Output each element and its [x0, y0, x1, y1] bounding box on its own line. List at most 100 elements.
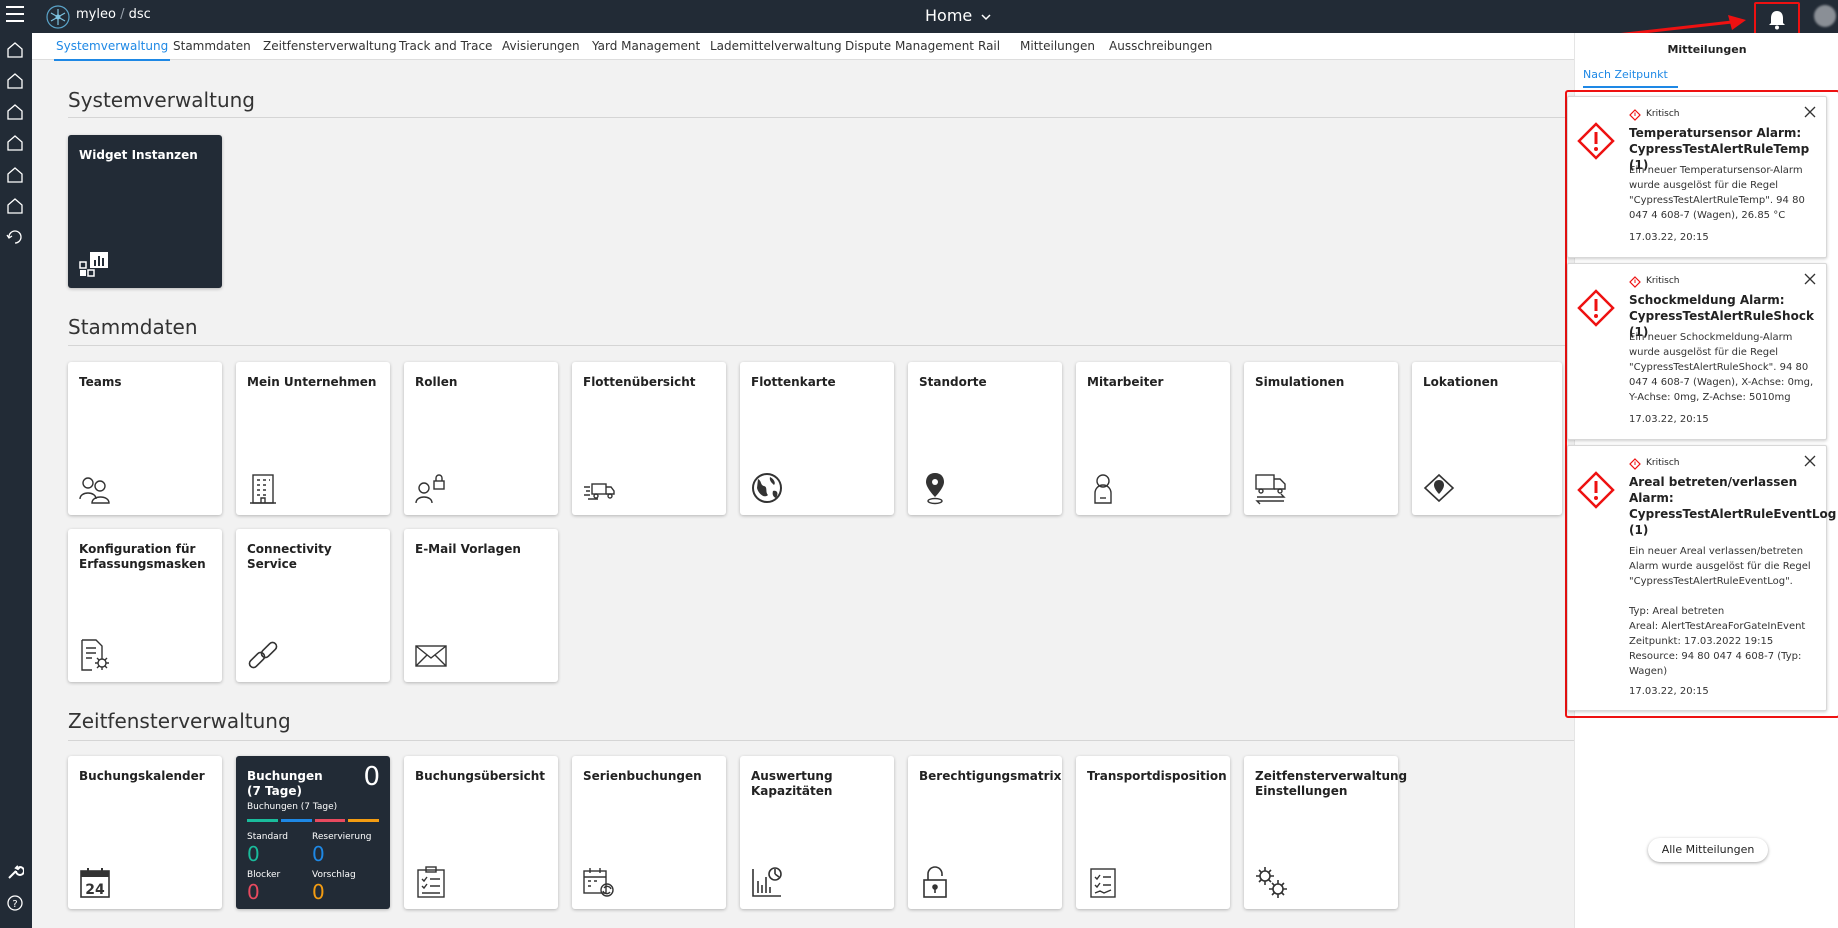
tile-label: Transportdisposition [1087, 769, 1227, 783]
bookings-blocker-label: Blocker [247, 870, 281, 880]
tab-lademittelverwaltung[interactable]: Lademittelverwaltung [710, 39, 842, 53]
tile-label: Flottenkarte [751, 375, 836, 389]
all-notifications-button[interactable]: Alle Mitteilungen [1648, 838, 1768, 862]
tile-mein-unternehmen[interactable]: Mein Unternehmen [236, 362, 390, 515]
help-icon[interactable]: ? [6, 894, 24, 912]
brand-separator: / [120, 7, 125, 22]
home-icon[interactable] [6, 134, 24, 152]
tab-rail[interactable]: Rail [978, 39, 1000, 53]
tile-flottenuebersicht[interactable]: Flottenübersicht [572, 362, 726, 515]
tile-label: Simulationen [1255, 375, 1345, 389]
employee-icon [1094, 474, 1112, 504]
tile-label: Zeitfensterverwaltung Einstellungen [1255, 769, 1408, 798]
tab-yard-management[interactable]: Yard Management [592, 39, 700, 53]
notification-card[interactable]: Kritisch Schockmeldung Alarm: CypressTes… [1567, 263, 1827, 440]
section-divider [68, 117, 1574, 118]
tab-avisierungen[interactable]: Avisierungen [502, 39, 580, 53]
home-icon[interactable] [6, 103, 24, 121]
home-icon[interactable] [6, 166, 24, 184]
tile-transportdisposition[interactable]: Transportdisposition [1076, 756, 1230, 909]
history-24-icon[interactable] [6, 228, 24, 246]
gears-icon [1256, 867, 1287, 898]
tile-label: Lokationen [1423, 375, 1499, 389]
severity-icon [1629, 458, 1641, 470]
home-icon[interactable] [6, 197, 24, 215]
notification-card[interactable]: Kritisch Areal betreten/verlassen Alarm:… [1567, 445, 1837, 711]
tab-ausschreibungen[interactable]: Ausschreibungen [1109, 39, 1212, 53]
myleo-logo-icon[interactable] [45, 4, 71, 30]
notifications-panel: Mitteilungen Nach Zeitpunkt Kritisch Tem… [1565, 33, 1838, 928]
bookings-standard-value: 0 [247, 842, 260, 866]
location-pin-icon [926, 473, 944, 505]
home-icon[interactable] [6, 41, 24, 59]
left-rail: ? [0, 33, 32, 928]
tile-label: Serienbuchungen [583, 769, 702, 783]
tile-label: Buchungskalender [79, 769, 205, 783]
tile-label: Widget Instanzen [79, 148, 198, 162]
widget-buchungen-7-tage[interactable]: Buchungen (7 Tage) 0 Buchungen (7 Tage) … [236, 756, 390, 909]
severity-icon [1629, 276, 1641, 288]
tile-berechtigungsmatrix[interactable]: Berechtigungsmatrix [908, 756, 1062, 909]
notification-time: 17.03.22, 20:15 [1629, 232, 1709, 243]
notification-time: 17.03.22, 20:15 [1629, 414, 1709, 425]
bookings-standard-label: Standard [247, 832, 288, 842]
notification-body: Ein neuer Areal verlassen/betreten Alarm… [1629, 546, 1811, 677]
menu-icon[interactable] [6, 6, 24, 22]
bookings-total: 0 [363, 762, 380, 792]
tile-buchungsuebersicht[interactable]: Buchungsübersicht [404, 756, 558, 909]
wrench-icon[interactable] [6, 863, 24, 881]
brand[interactable]: myleo / dsc [76, 7, 151, 22]
tab-nach-zeitpunkt[interactable]: Nach Zeitpunkt [1583, 68, 1678, 88]
tile-buchungskalender[interactable]: Buchungskalender 24 [68, 756, 222, 909]
tab-track-and-trace[interactable]: Track and Trace [399, 39, 492, 53]
tab-stammdaten[interactable]: Stammdaten [173, 39, 251, 53]
tile-zeitfensterverwaltung-einstellungen[interactable]: Zeitfensterverwaltung Einstellungen [1244, 756, 1408, 909]
bookings-color-bar [247, 819, 379, 822]
tile-label: Buchungsübersicht [415, 769, 546, 783]
notifications-button[interactable] [1754, 2, 1800, 35]
bookings-subtitle: Buchungen (7 Tage) [247, 802, 338, 812]
tile-teams[interactable]: Teams [68, 362, 222, 515]
bookings-reservierung-value: 0 [312, 842, 325, 866]
page-title-dropdown[interactable]: Home [925, 6, 991, 25]
section-divider [68, 740, 1574, 741]
clipboard-icon [1090, 868, 1116, 898]
role-lock-icon [415, 474, 445, 504]
tile-connectivity-service[interactable]: Connectivity Service [236, 529, 390, 682]
tile-lokationen[interactable]: Lokationen [1412, 362, 1562, 515]
home-icon[interactable] [6, 72, 24, 90]
section-title-stammdaten: Stammdaten [68, 315, 198, 339]
tile-standorte[interactable]: Standorte [908, 362, 1062, 515]
severity-label: Kritisch [1646, 458, 1680, 468]
padlock-icon [923, 866, 947, 898]
location-diamond-icon [1423, 473, 1455, 503]
bookings-vorschlag-value: 0 [312, 880, 325, 904]
bookings-blocker-value: 0 [247, 880, 260, 904]
tile-widget-instanzen[interactable]: Widget Instanzen [68, 135, 222, 288]
panel-title: Mitteilungen [1667, 43, 1747, 56]
tile-email-vorlagen[interactable]: E-Mail Vorlagen [404, 529, 558, 682]
tile-mitarbeiter[interactable]: Mitarbeiter [1076, 362, 1230, 515]
section-title-zeitfensterverwaltung: Zeitfensterverwaltung [68, 709, 291, 733]
tab-systemverwaltung[interactable]: Systemverwaltung [53, 39, 171, 61]
chevron-down-icon [981, 14, 991, 21]
close-icon[interactable] [1804, 455, 1816, 467]
tile-rollen[interactable]: Rollen [404, 362, 558, 515]
tile-label: Rollen [415, 375, 458, 389]
notification-card[interactable]: Kritisch Temperatursensor Alarm: Cypress… [1567, 96, 1827, 258]
tile-auswertung-kapazitaeten[interactable]: Auswertung Kapazitäten [740, 756, 894, 909]
tab-zeitfensterverwaltung[interactable]: Zeitfensterverwaltung [263, 39, 397, 53]
close-icon[interactable] [1804, 273, 1816, 285]
close-icon[interactable] [1804, 106, 1816, 118]
tile-konfiguration-erfassungsmasken[interactable]: Konfiguration für Erfassungsmasken [68, 529, 222, 682]
tile-flottenkarte[interactable]: Flottenkarte [740, 362, 894, 515]
svg-text:?: ? [12, 899, 17, 910]
tab-dispute-management[interactable]: Dispute Management [845, 39, 974, 53]
tab-mitteilungen[interactable]: Mitteilungen [1020, 39, 1095, 53]
notification-title: Areal betreten/verlassen Alarm: CypressT… [1629, 475, 1837, 537]
avatar[interactable] [1814, 5, 1836, 27]
tile-simulationen[interactable]: Simulationen [1244, 362, 1398, 515]
tile-label: Standorte [919, 375, 987, 389]
tile-label: Mitarbeiter [1087, 375, 1164, 389]
tile-serienbuchungen[interactable]: Serienbuchungen [572, 756, 726, 909]
